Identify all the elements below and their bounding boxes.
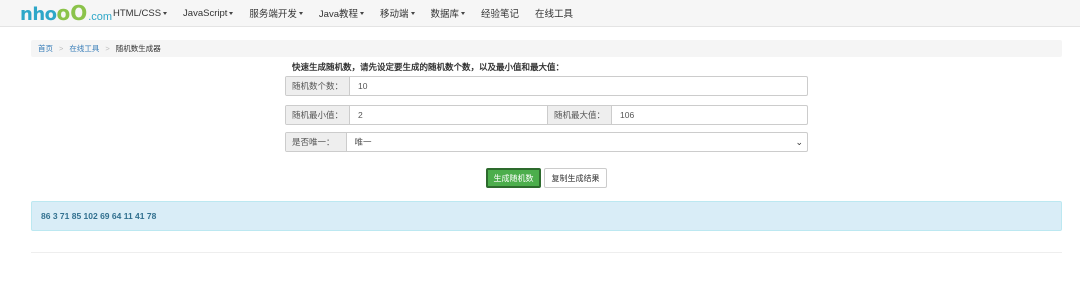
max-input[interactable]: 106 (612, 106, 807, 124)
range-input-group: 随机最小值： 2 随机最大值： 106 (285, 105, 808, 125)
breadcrumb-home-link[interactable]: 首页 (38, 43, 53, 54)
breadcrumb-separator: > (105, 44, 110, 53)
count-input[interactable]: 10 (350, 77, 807, 95)
unique-select[interactable]: 唯一 ⌄ (347, 133, 807, 151)
max-label: 随机最大值： (548, 106, 613, 124)
main-nav: HTML/CSS JavaScript 服务端开发 Java教程 移动端 数据库… (113, 0, 589, 26)
nav-item-tools[interactable]: 在线工具 (535, 6, 573, 20)
result-text: 86 3 71 85 102 69 64 11 41 78 (41, 211, 157, 221)
breadcrumb-tools-link[interactable]: 在线工具 (69, 43, 99, 54)
caret-down-icon (298, 11, 303, 15)
caret-down-icon (229, 11, 234, 15)
count-input-group: 随机数个数： 10 (285, 76, 808, 96)
logo-text-part1: nho (20, 4, 57, 25)
generate-button[interactable]: 生成随机数 (486, 168, 541, 188)
site-logo[interactable]: nho oO .com (20, 1, 113, 25)
result-box: 86 3 71 85 102 69 64 11 41 78 (31, 201, 1062, 231)
nav-item-database[interactable]: 数据库 (431, 6, 466, 20)
nav-item-notes[interactable]: 经验笔记 (481, 6, 519, 20)
caret-down-icon (163, 11, 168, 15)
min-label: 随机最小值： (286, 106, 351, 124)
breadcrumb: 首页 > 在线工具 > 随机数生成器 (31, 40, 1062, 57)
nav-item-javascript[interactable]: JavaScript (183, 8, 234, 19)
logo-text-part3: .com (88, 11, 113, 23)
caret-down-icon (360, 11, 364, 15)
unique-label: 是否唯一： (286, 133, 347, 151)
chevron-down-icon: ⌄ (795, 136, 803, 147)
caret-down-icon (461, 11, 466, 15)
intro-text: 快速生成随机数，请先设定要生成的随机数个数，以及最小值和最大值： (292, 62, 565, 72)
divider (31, 252, 1062, 253)
top-navbar: nho oO .com HTML/CSS JavaScript 服务端开发 Java… (0, 0, 1080, 27)
nav-item-java[interactable]: Java教程 (319, 6, 364, 20)
copy-result-button[interactable]: 复制生成结果 (544, 168, 607, 188)
unique-select-group: 是否唯一： 唯一 ⌄ (285, 132, 808, 152)
nav-item-html-css[interactable]: HTML/CSS (113, 8, 168, 19)
breadcrumb-separator: > (59, 44, 64, 53)
logo-text-part2: oO (56, 1, 88, 25)
unique-select-value: 唯一 (354, 137, 372, 147)
nav-item-server[interactable]: 服务端开发 (249, 6, 303, 20)
nav-item-mobile[interactable]: 移动端 (380, 6, 415, 20)
caret-down-icon (410, 11, 415, 15)
count-label: 随机数个数： (286, 77, 351, 95)
min-input[interactable]: 2 (350, 106, 549, 124)
breadcrumb-current: 随机数生成器 (115, 44, 161, 53)
